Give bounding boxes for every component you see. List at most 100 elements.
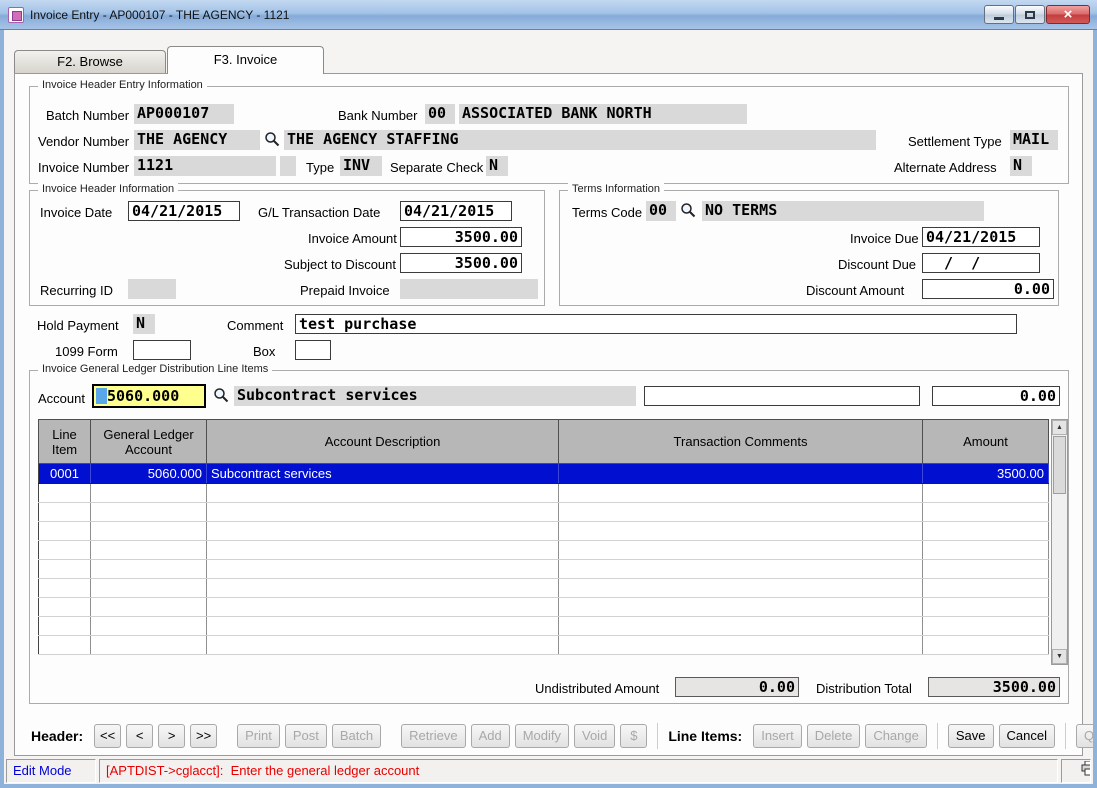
table-cell — [207, 560, 559, 579]
account-comment-field[interactable] — [644, 386, 920, 406]
save-button[interactable]: Save — [948, 724, 994, 748]
invoice-date-field[interactable]: 04/21/2015 — [128, 201, 240, 221]
form-1099-label: 1099 Form — [55, 344, 118, 359]
insert-button[interactable]: Insert — [753, 724, 802, 748]
table-cell — [91, 541, 207, 560]
bank-name-field: ASSOCIATED BANK NORTH — [459, 104, 747, 124]
vendor-search-icon[interactable] — [263, 130, 281, 148]
table-row-empty[interactable] — [39, 503, 1049, 522]
discount-amount-label: Discount Amount — [806, 283, 904, 298]
column-header: Account Description — [207, 420, 559, 464]
post-button[interactable]: Post — [285, 724, 327, 748]
table-cell — [91, 560, 207, 579]
print-status-button[interactable] — [1061, 759, 1091, 783]
table-scrollbar[interactable]: ▲ ▼ — [1051, 419, 1068, 665]
discount-due-field[interactable]: / / — [922, 253, 1040, 273]
vendor-name-field: THE AGENCY STAFFING — [284, 130, 876, 150]
table-cell — [207, 579, 559, 598]
vendor-number-label: Vendor Number — [38, 134, 129, 149]
table-cell — [39, 522, 91, 541]
previous-record-button[interactable]: < — [126, 724, 153, 748]
invoice-amount-label: Invoice Amount — [308, 231, 397, 246]
bank-number-label: Bank Number — [338, 108, 417, 123]
dollar-button[interactable]: $ — [620, 724, 647, 748]
last-record-button[interactable]: >> — [190, 724, 217, 748]
account-description-field: Subcontract services — [234, 386, 636, 406]
table-cell — [39, 541, 91, 560]
column-header: Transaction Comments — [559, 420, 923, 464]
close-button[interactable]: × — [1046, 5, 1090, 24]
minimize-button[interactable] — [984, 5, 1014, 24]
gl-transaction-date-field[interactable]: 04/21/2015 — [400, 201, 512, 221]
scroll-up-button[interactable]: ▲ — [1052, 420, 1067, 435]
table-cell — [39, 617, 91, 636]
table-row-empty[interactable] — [39, 484, 1049, 503]
add-button[interactable]: Add — [471, 724, 510, 748]
void-button[interactable]: Void — [574, 724, 615, 748]
table-row-empty[interactable] — [39, 598, 1049, 617]
table-row-empty[interactable] — [39, 579, 1049, 598]
delete-button[interactable]: Delete — [807, 724, 861, 748]
account-search-icon[interactable] — [212, 386, 230, 404]
bank-number-field: 00 — [425, 104, 455, 124]
terms-search-icon[interactable] — [679, 201, 697, 219]
undistributed-amount-label: Undistributed Amount — [535, 681, 659, 696]
table-cell — [923, 541, 1049, 560]
minimize-icon — [994, 17, 1004, 20]
tab-invoice[interactable]: F3. Invoice — [167, 46, 324, 74]
modify-button[interactable]: Modify — [515, 724, 569, 748]
table-cell — [923, 579, 1049, 598]
table-cell — [923, 522, 1049, 541]
toolbar-divider — [1065, 723, 1066, 749]
table-cell — [39, 484, 91, 503]
column-header: General Ledger Account — [91, 420, 207, 464]
scroll-down-button[interactable]: ▼ — [1052, 649, 1067, 664]
table-row-empty[interactable] — [39, 560, 1049, 579]
maximize-button[interactable] — [1015, 5, 1045, 24]
toolbar-divider — [657, 723, 658, 749]
invoice-panel: Invoice Header Entry Information Batch N… — [14, 73, 1083, 756]
invoice-amount-field[interactable]: 3500.00 — [400, 227, 522, 247]
alternate-address-label: Alternate Address — [894, 160, 997, 175]
status-mode: Edit Mode — [6, 759, 96, 783]
subject-to-discount-label: Subject to Discount — [284, 257, 396, 272]
scrollbar-thumb[interactable] — [1053, 436, 1066, 494]
comment-field[interactable]: test purchase — [295, 314, 1017, 334]
table-cell — [559, 484, 923, 503]
box-field[interactable] — [295, 340, 331, 360]
tab-browse[interactable]: F2. Browse — [14, 50, 166, 73]
invoice-due-field[interactable]: 04/21/2015 — [922, 227, 1040, 247]
account-field[interactable]: 5060.000 — [92, 384, 206, 408]
table-cell — [923, 484, 1049, 503]
print-button[interactable]: Print — [237, 724, 280, 748]
terms-name-field: NO TERMS — [702, 201, 984, 221]
invoice-number-field: 1121 — [134, 156, 276, 176]
quit-button[interactable]: Quit — [1076, 724, 1093, 748]
window-frame — [0, 784, 1097, 788]
subject-to-discount-field[interactable]: 3500.00 — [400, 253, 522, 273]
table-row-empty[interactable] — [39, 541, 1049, 560]
batch-number-label: Batch Number — [46, 108, 129, 123]
batch-button[interactable]: Batch — [332, 724, 381, 748]
type-field: INV — [340, 156, 382, 176]
terms-code-field: 00 — [646, 201, 676, 221]
discount-amount-field[interactable]: 0.00 — [922, 279, 1054, 299]
first-record-button[interactable]: << — [94, 724, 121, 748]
table-cell — [39, 503, 91, 522]
box-label: Box — [253, 344, 275, 359]
retrieve-button[interactable]: Retrieve — [401, 724, 465, 748]
comment-label: Comment — [227, 318, 283, 333]
table-row-empty[interactable] — [39, 636, 1049, 655]
change-button[interactable]: Change — [865, 724, 927, 748]
distribution-total-field: 3500.00 — [928, 677, 1060, 697]
form-1099-field[interactable] — [133, 340, 191, 360]
table-row[interactable]: 00015060.000Subcontract services3500.00 — [39, 464, 1049, 484]
account-amount-field[interactable]: 0.00 — [932, 386, 1060, 406]
account-value: 5060.000 — [107, 387, 179, 405]
cancel-button[interactable]: Cancel — [999, 724, 1055, 748]
table-row-empty[interactable] — [39, 617, 1049, 636]
next-record-button[interactable]: > — [158, 724, 185, 748]
header-info-group: Invoice Header Information Invoice Date … — [29, 190, 545, 306]
account-label: Account — [38, 391, 85, 406]
table-row-empty[interactable] — [39, 522, 1049, 541]
